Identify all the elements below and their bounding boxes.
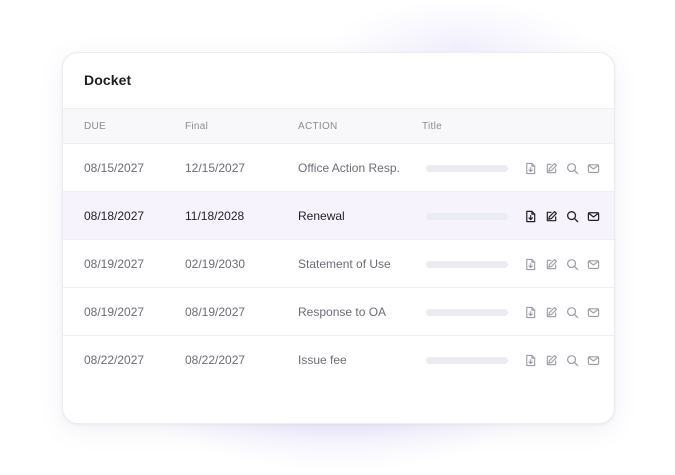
edit-icon[interactable] bbox=[545, 162, 558, 175]
table-row[interactable]: 08/19/2027 02/19/2030 Statement of Use bbox=[63, 240, 614, 288]
download-file-icon[interactable] bbox=[524, 162, 537, 175]
column-header-action[interactable]: ACTION bbox=[298, 121, 338, 132]
search-icon[interactable] bbox=[566, 210, 579, 223]
search-icon[interactable] bbox=[566, 354, 579, 367]
search-icon[interactable] bbox=[566, 306, 579, 319]
due-date-cell: 08/19/2027 bbox=[84, 257, 145, 271]
final-date-cell: 08/19/2027 bbox=[185, 305, 246, 319]
final-date-cell: 12/15/2027 bbox=[185, 161, 246, 175]
search-icon[interactable] bbox=[566, 162, 579, 175]
mail-icon[interactable] bbox=[587, 162, 600, 175]
table-row[interactable]: 08/18/2027 11/18/2028 Renewal bbox=[63, 192, 614, 240]
title-placeholder-bar bbox=[426, 165, 508, 172]
edit-icon[interactable] bbox=[545, 210, 558, 223]
action-cell: Office Action Resp. bbox=[298, 161, 400, 175]
row-actions bbox=[524, 256, 600, 272]
row-actions bbox=[524, 352, 600, 368]
table-row[interactable]: 08/19/2027 08/19/2027 Response to OA bbox=[63, 288, 614, 336]
edit-icon[interactable] bbox=[545, 306, 558, 319]
mail-icon[interactable] bbox=[587, 258, 600, 271]
download-file-icon[interactable] bbox=[524, 210, 537, 223]
mail-icon[interactable] bbox=[587, 210, 600, 223]
final-date-cell: 08/22/2027 bbox=[185, 353, 246, 367]
row-actions bbox=[524, 208, 600, 224]
title-placeholder-bar bbox=[426, 309, 508, 316]
due-date-cell: 08/18/2027 bbox=[84, 209, 145, 223]
row-actions bbox=[524, 160, 600, 176]
table-header: DUE Final ACTION Title bbox=[63, 108, 614, 144]
column-header-due[interactable]: DUE bbox=[84, 121, 106, 132]
column-header-title[interactable]: Title bbox=[422, 121, 442, 132]
title-placeholder-bar bbox=[426, 261, 508, 268]
final-date-cell: 11/18/2028 bbox=[185, 209, 245, 223]
docket-card: Docket DUE Final ACTION Title 08/15/2027… bbox=[62, 52, 615, 424]
action-cell: Response to OA bbox=[298, 305, 387, 319]
download-file-icon[interactable] bbox=[524, 258, 537, 271]
action-cell: Issue fee bbox=[298, 353, 347, 367]
action-cell: Statement of Use bbox=[298, 257, 391, 271]
title-placeholder-bar bbox=[426, 213, 508, 220]
edit-icon[interactable] bbox=[545, 258, 558, 271]
action-cell: Renewal bbox=[298, 209, 345, 223]
download-file-icon[interactable] bbox=[524, 306, 537, 319]
edit-icon[interactable] bbox=[545, 354, 558, 367]
due-date-cell: 08/22/2027 bbox=[84, 353, 145, 367]
mail-icon[interactable] bbox=[587, 354, 600, 367]
download-file-icon[interactable] bbox=[524, 354, 537, 367]
column-header-final[interactable]: Final bbox=[185, 121, 208, 132]
row-actions bbox=[524, 304, 600, 320]
due-date-cell: 08/19/2027 bbox=[84, 305, 145, 319]
title-placeholder-bar bbox=[426, 357, 508, 364]
due-date-cell: 08/15/2027 bbox=[84, 161, 145, 175]
table-row[interactable]: 08/15/2027 12/15/2027 Office Action Resp… bbox=[63, 144, 614, 192]
table-row[interactable]: 08/22/2027 08/22/2027 Issue fee bbox=[63, 336, 614, 384]
mail-icon[interactable] bbox=[587, 306, 600, 319]
search-icon[interactable] bbox=[566, 258, 579, 271]
card-title: Docket bbox=[84, 72, 132, 88]
final-date-cell: 02/19/2030 bbox=[185, 257, 246, 271]
